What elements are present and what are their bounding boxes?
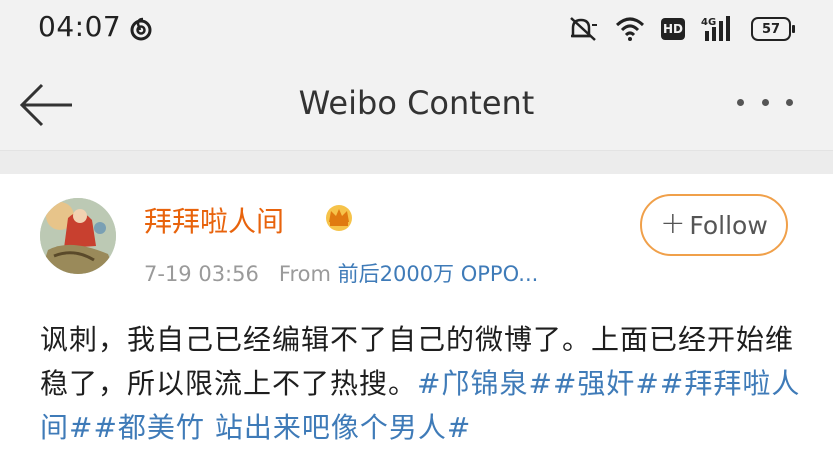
dot <box>737 98 744 106</box>
user-name[interactable]: 拜拜啦人间 <box>144 200 284 240</box>
plus-icon: + <box>660 205 686 241</box>
topic-link[interactable]: #强奸# <box>553 367 660 400</box>
from-label: From <box>278 262 331 286</box>
page-title: Weibo Content <box>298 84 535 122</box>
post-card: 拜拜啦人间 7-19 03:56 From 前后2000万 OPPO... + … <box>0 174 833 463</box>
follow-button[interactable]: + Follow <box>640 194 788 256</box>
status-icons: HD 4G 57 <box>569 14 795 44</box>
post-meta: 7-19 03:56 From 前后2000万 OPPO... <box>144 258 538 288</box>
hd-icon: HD <box>661 18 685 40</box>
status-bar: 04:07 HD 4G 57 <box>0 0 833 60</box>
signal-icon: 4G <box>701 16 730 41</box>
status-time: 04:07 <box>38 10 122 43</box>
crown-vip-icon <box>326 205 352 231</box>
post-source[interactable]: 前后2000万 OPPO... <box>338 262 539 286</box>
dot <box>786 98 793 106</box>
dot <box>761 98 769 106</box>
avatar[interactable] <box>40 198 116 274</box>
more-options-icon[interactable] <box>737 90 793 114</box>
svg-text:4G: 4G <box>701 17 716 28</box>
nav-bar: Weibo Content <box>0 60 833 150</box>
follow-label: Follow <box>689 210 768 240</box>
netease-music-icon <box>130 17 152 41</box>
post-body: 讽刺，我自己已经编辑不了自己的微博了。上面已经开始维稳了，所以限流上不了热搜。#… <box>40 318 810 450</box>
topic-link[interactable]: #邝锦泉# <box>417 367 553 400</box>
wifi-icon <box>615 17 645 41</box>
post-time: 7-19 03:56 <box>144 262 259 286</box>
section-divider <box>0 150 833 174</box>
topic-link[interactable]: #都美竹 站出来吧像个男人# <box>93 411 471 444</box>
mute-icon <box>570 17 597 41</box>
battery-icon: 57 <box>751 17 795 41</box>
